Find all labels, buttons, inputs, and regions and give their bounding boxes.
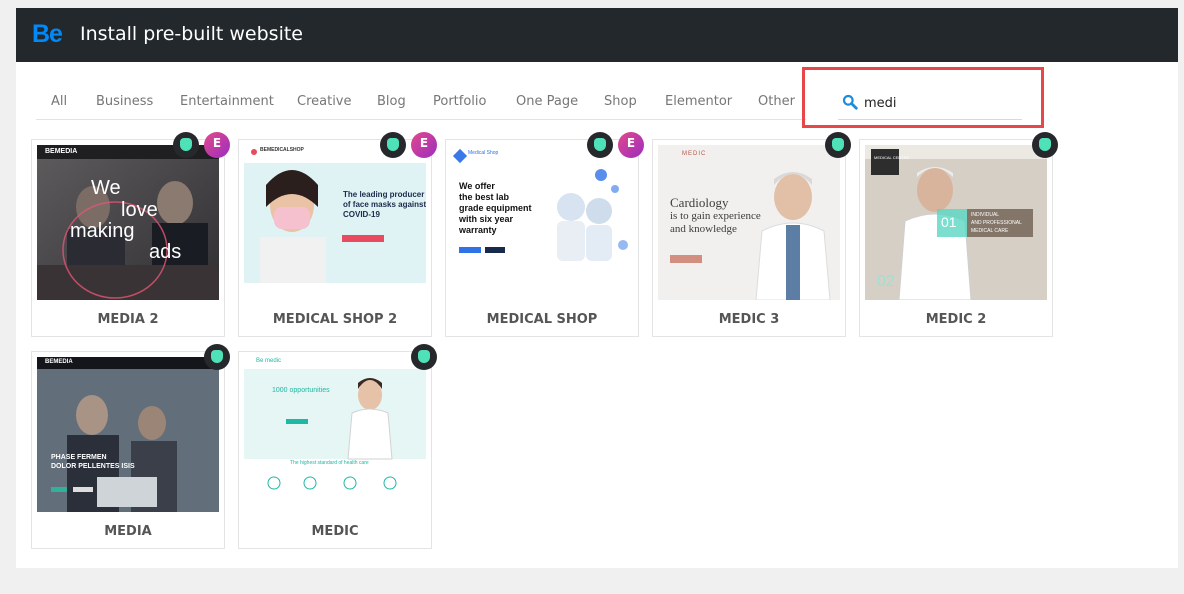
thumb-headline-line: 1000 opportunities [272,387,330,394]
betheme-logo: Be [32,20,63,48]
betheme-badge-icon [411,344,437,370]
thumb-headline-line: of face masks against [343,200,426,209]
template-card-media[interactable]: BEMEDIA PHASE FERMEN DOLOR PELLENTES ISI… [31,344,230,549]
thumb-headline-line: and knowledge [670,223,737,235]
betheme-badge-icon [173,132,199,158]
thumb-headline-line: COVID-19 [343,210,380,219]
thumb-brand: MEDIC [682,151,707,157]
thumb-number: 02 [877,273,895,290]
template-name: MEDICAL SHOP 2 [272,312,398,327]
thumb-headline-line: warranty [459,225,497,235]
thumb-headline-line: PHASE FERMEN [51,454,107,461]
template-thumbnail: Be medic 1000 opportunities The highest … [244,357,426,512]
thumbnail-art [244,357,426,512]
template-thumbnail: MEDICAL CENTRE 01 INDIVIDUAL AND PROFESS… [865,145,1047,300]
template-name: MEDIA 2 [97,312,159,327]
template-thumbnail: BEMEDIA We love making ads [37,145,219,300]
template-card-medic-3[interactable]: MEDIC Cardiology is to gain experience a… [652,132,851,337]
thumb-headline-line: The leading producer [343,190,425,199]
tab-creative[interactable]: Creative [297,94,352,109]
template-name: MEDIA [104,524,152,539]
thumb-headline-line: MEDICAL CARE [971,228,1009,234]
tab-shop[interactable]: Shop [604,94,637,109]
template-name: MEDIC 2 [925,312,987,327]
elementor-badge-icon: E [411,132,437,158]
template-card-media-2[interactable]: BEMEDIA We love making ads E MEDIA 2 [31,132,230,337]
betheme-badge-icon [204,344,230,370]
tab-business[interactable]: Business [96,94,153,109]
template-thumbnail: Medical Shop We offer the best lab grade… [451,145,633,300]
thumb-headline-line: AND PROFESSIONAL [971,220,1022,226]
template-thumbnail: BEMEDIA PHASE FERMEN DOLOR PELLENTES ISI… [37,357,219,512]
thumb-headline-line: making [70,220,135,242]
modal-header: Be Install pre-built website [16,8,1178,62]
tab-entertainment[interactable]: Entertainment [180,94,274,109]
category-tabs: All Business Entertainment Creative Blog… [36,91,806,120]
thumb-brand: Medical Shop [468,150,499,156]
thumb-headline-line: grade equipment [459,203,532,213]
modal-title: Install pre-built website [80,23,303,45]
template-card-medical-shop[interactable]: Medical Shop We offer the best lab grade… [445,132,644,337]
template-thumbnail: MEDIC Cardiology is to gain experience a… [658,145,840,300]
thumb-headline-line: DOLOR PELLENTES ISIS [51,463,135,470]
template-name: MEDIC 3 [718,312,780,327]
thumb-headline-line: love [121,199,158,221]
search-icon [842,94,858,110]
thumbnail-art [244,145,426,300]
template-card-medic[interactable]: Be medic 1000 opportunities The highest … [238,344,437,549]
thumb-brand: BEMEDICALSHOP [260,147,304,153]
thumb-headline-line: We offer [459,181,495,191]
search-box [838,91,1022,120]
thumb-brand: BEMEDIA [45,359,73,365]
thumb-headline-line: is to gain experience [670,210,761,222]
tab-other[interactable]: Other [758,94,795,109]
thumb-headline-line: INDIVIDUAL [971,212,1000,218]
thumb-brand: Be medic [256,358,282,364]
thumb-headline-line: We [91,177,121,199]
thumb-brand: BEMEDIA [45,148,78,155]
template-card-medic-2[interactable]: MEDICAL CENTRE 01 INDIVIDUAL AND PROFESS… [859,132,1058,337]
thumb-headline-line: with six year [459,214,514,224]
elementor-badge-icon: E [618,132,644,158]
thumb-headline-line: ads [149,241,182,263]
thumbnail-art [37,357,219,512]
tab-elementor[interactable]: Elementor [665,94,732,109]
betheme-badge-icon [587,132,613,158]
template-name: MEDIC [311,524,359,539]
elementor-badge-icon: E [204,132,230,158]
search-input[interactable] [864,92,1014,114]
betheme-badge-icon [380,132,406,158]
tab-all[interactable]: All [51,94,67,109]
tab-blog[interactable]: Blog [377,94,406,109]
thumb-headline-line: the best lab [459,192,510,202]
thumb-headline-line: Cardiology [670,195,729,210]
betheme-badge-icon [1032,132,1058,158]
thumb-tagline: The highest standard of health care [290,460,369,466]
tab-one-page[interactable]: One Page [516,94,578,109]
thumb-brand: MEDICAL CENTRE [874,155,910,160]
betheme-badge-icon [825,132,851,158]
template-thumbnail: BEMEDICALSHOP The leading producer of fa… [244,145,426,300]
template-name: MEDICAL SHOP [486,312,598,327]
install-website-modal: Be Install pre-built website All Busines… [16,8,1178,568]
thumb-number: 01 [941,214,957,230]
template-card-medical-shop-2[interactable]: BEMEDICALSHOP The leading producer of fa… [238,132,437,337]
tab-portfolio[interactable]: Portfolio [433,94,486,109]
